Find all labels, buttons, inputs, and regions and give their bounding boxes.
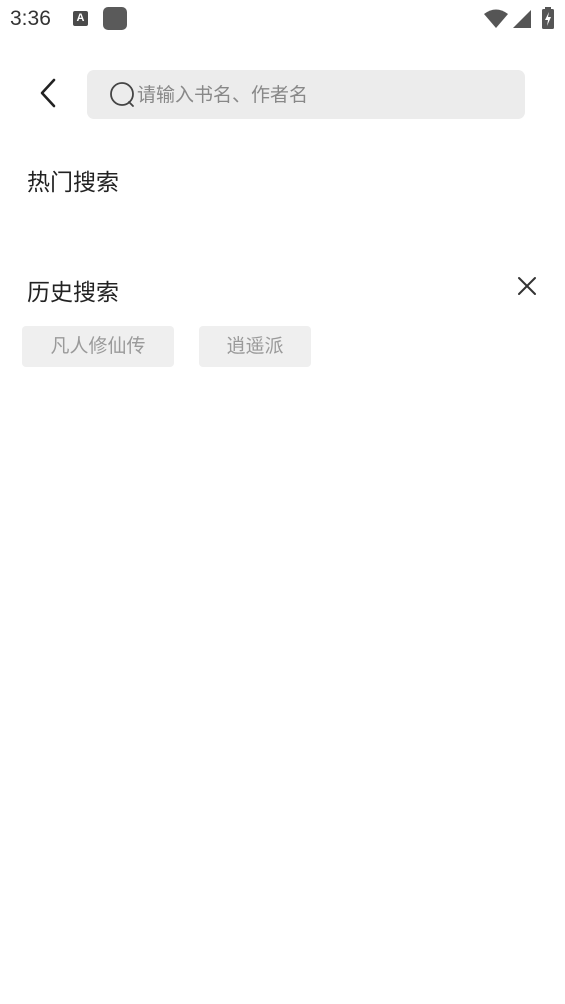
history-tag[interactable]: 凡人修仙传 [22, 326, 174, 367]
search-box[interactable] [87, 70, 525, 119]
status-bar: 3:36 A [0, 0, 565, 38]
status-time: 3:36 [10, 7, 51, 30]
notification-a-icon: A [73, 11, 88, 26]
search-icon [109, 81, 135, 108]
close-icon [517, 276, 537, 300]
hot-search-title: 热门搜索 [27, 170, 119, 196]
cell-signal-icon [512, 9, 532, 33]
wifi-icon [483, 9, 509, 33]
battery-charging-icon [542, 7, 554, 33]
back-button[interactable] [28, 74, 68, 116]
notification-app-icon [103, 7, 127, 30]
chevron-left-icon [38, 77, 58, 113]
history-tag-list: 凡人修仙传 逍遥派 [22, 326, 311, 367]
history-search-title: 历史搜索 [27, 280, 119, 306]
clear-history-button[interactable] [511, 272, 543, 304]
search-input[interactable] [137, 74, 507, 115]
history-tag[interactable]: 逍遥派 [199, 326, 311, 367]
search-screen: 3:36 A 请输入书名、作者名 热门搜索 历史搜索 凡人修仙传 逍遥派 [0, 0, 565, 1004]
